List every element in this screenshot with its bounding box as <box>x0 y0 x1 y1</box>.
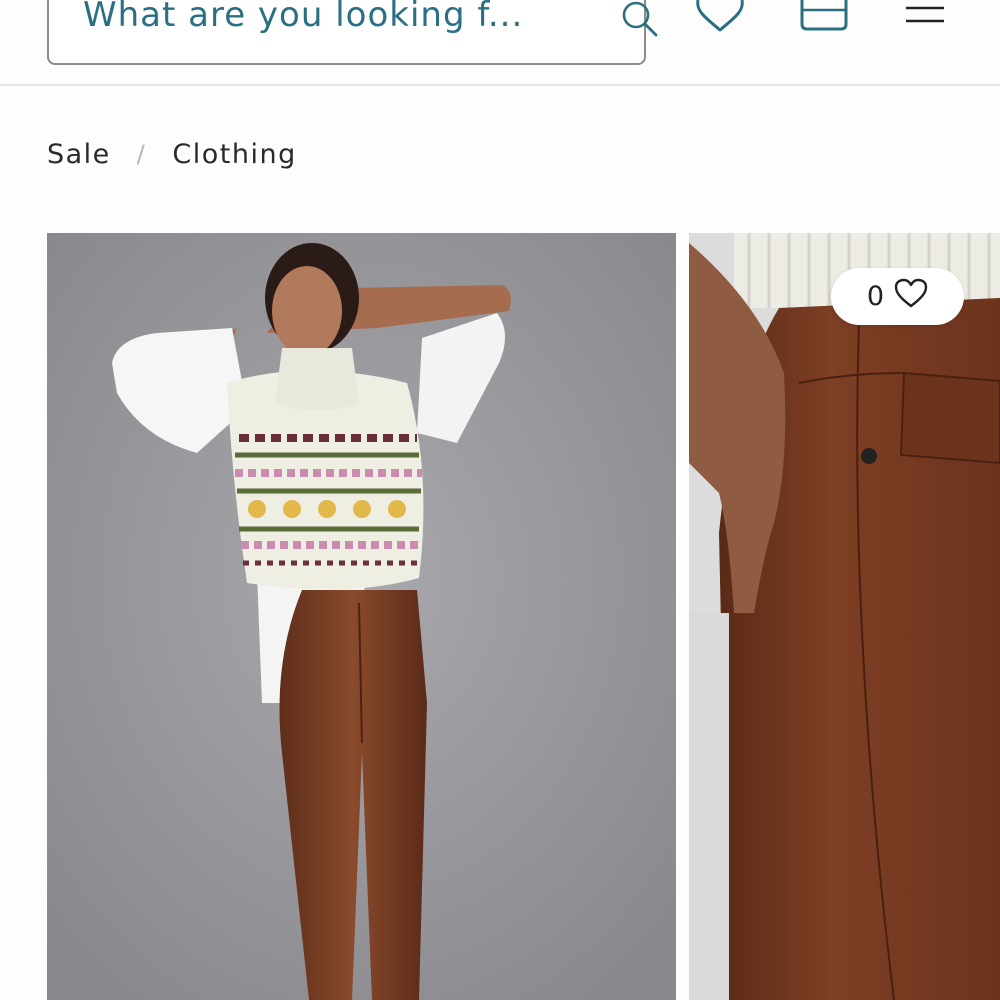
wishlist-count: 0 <box>866 281 885 312</box>
breadcrumb: Sale / Clothing <box>47 136 297 172</box>
breadcrumb-item-sale[interactable]: Sale <box>47 139 111 170</box>
breadcrumb-separator: / <box>136 140 147 168</box>
hamburger-menu-icon[interactable] <box>902 0 948 34</box>
product-listing-page: Sale / Clothing <box>0 0 1000 1000</box>
breadcrumb-item-clothing[interactable]: Clothing <box>172 139 296 170</box>
model-photo <box>47 233 676 1000</box>
search-icon[interactable] <box>619 0 659 40</box>
closeup-jeans-photo <box>689 233 1000 1000</box>
search-box[interactable] <box>47 0 658 65</box>
wishlist-count-button[interactable]: 0 <box>831 268 964 325</box>
heart-icon <box>894 278 928 315</box>
product-image-model[interactable] <box>47 233 676 1000</box>
shopping-bag-icon[interactable] <box>796 0 852 38</box>
wishlist-heart-icon[interactable] <box>693 0 747 36</box>
product-image-closeup[interactable] <box>689 233 1000 1000</box>
search-input[interactable] <box>83 0 553 42</box>
site-header <box>0 0 1000 86</box>
